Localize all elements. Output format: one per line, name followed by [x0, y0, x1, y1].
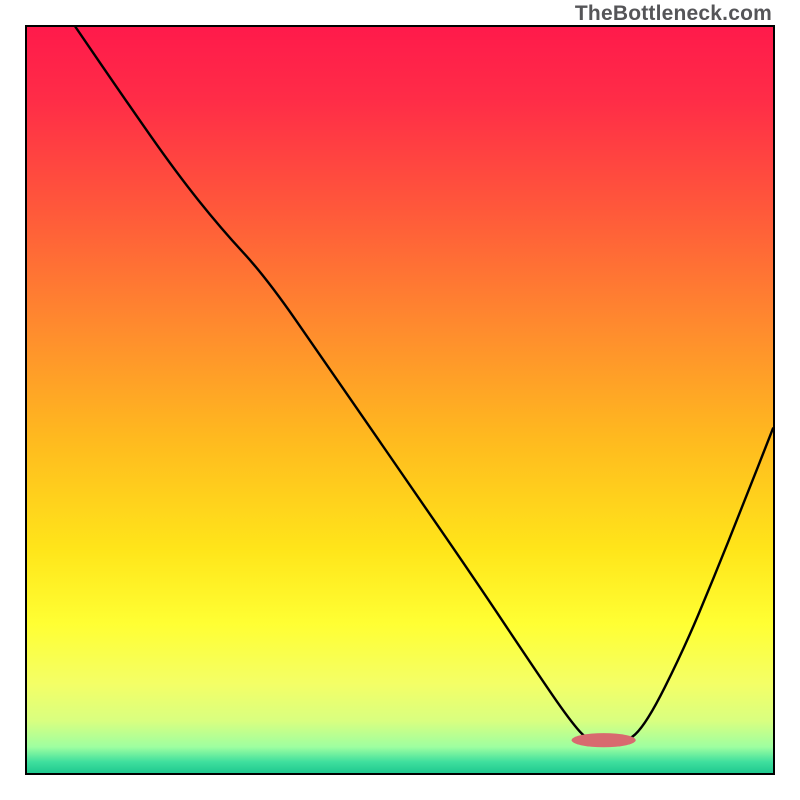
- optimum-marker: [572, 733, 636, 747]
- watermark-text: TheBottleneck.com: [575, 2, 772, 26]
- gradient-fill-rect: [27, 27, 773, 773]
- chart-plot: [27, 27, 773, 773]
- chart-frame: [25, 25, 775, 775]
